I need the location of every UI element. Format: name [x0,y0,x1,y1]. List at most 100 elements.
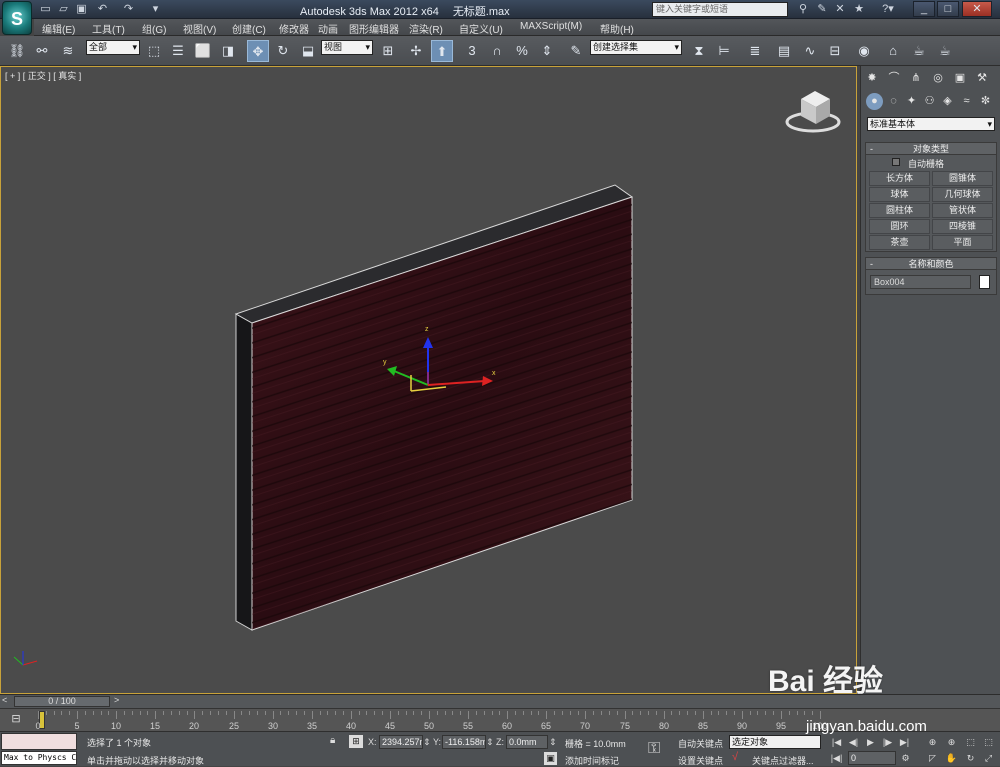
communication-center-icon[interactable]: ✕ [832,2,848,17]
box-button[interactable]: 长方体 [869,171,930,186]
z-spinner-icon[interactable]: ⇕ [549,737,557,748]
perspective-viewport[interactable]: [ + ] [ 正交 ] [ 真实 ] x y z [0,66,857,694]
auto-grid-checkbox[interactable]: 自动栅格 [866,155,996,169]
help-search-input[interactable]: 键入关键字或短语 [652,2,788,17]
teapot-button[interactable]: 茶壶 [869,235,930,250]
subscription-icon[interactable]: ✎ [814,2,830,17]
key-mode-dropdown[interactable]: 选定对象 [729,735,821,749]
pyramid-button[interactable]: 四棱锥 [932,219,993,234]
unlink-icon[interactable]: ⚯ [31,40,53,62]
motion-tab-icon[interactable]: ◎ [929,69,947,87]
go-to-end-icon[interactable]: ▶| [897,735,912,749]
track-ruler[interactable]: 0 5 10 15 20 25 30 35 40 45 50 55 60 65 70 75 80 85 90 95 10… [35,711,828,731]
percent-snap-icon[interactable]: % [511,40,533,62]
menu-rendering[interactable]: 渲染(R) [409,21,443,36]
utilities-tab-icon[interactable]: ⚒ [973,69,991,87]
schematic-view-icon[interactable]: ⊟ [824,40,846,62]
menu-help[interactable]: 帮助(H) [600,21,634,36]
menu-customize[interactable]: 自定义(U) [459,21,503,36]
close-button[interactable]: ✕ [962,1,992,17]
modify-tab-icon[interactable]: ⌒ [885,69,903,87]
name-and-color-header[interactable]: - 名称和颜色 [866,258,996,270]
geosphere-button[interactable]: 几何球体 [932,187,993,202]
set-key-button[interactable]: 设置关键点 [678,754,723,767]
time-slider[interactable]: 0 / 100 [14,696,110,707]
helpers-icon[interactable]: ◈ [939,93,956,110]
select-and-scale-icon[interactable]: ⬓ [297,40,319,62]
plane-button[interactable]: 平面 [932,235,993,250]
sphere-button[interactable]: 球体 [869,187,930,202]
key-mode-toggle-icon[interactable]: |◀| [829,751,844,765]
mini-curve-editor-icon[interactable]: ⊟ [6,712,26,728]
select-and-rotate-icon[interactable]: ↻ [272,40,294,62]
render-setup-icon[interactable]: ⌂ [882,40,904,62]
maximize-viewport-icon[interactable]: ⤢ [981,751,996,765]
pivot-center-icon[interactable]: ⊞ [377,40,399,62]
select-and-link-icon[interactable]: ⛓ [6,40,28,62]
maxscript-listener-input[interactable]: Max to Physcs C [1,751,77,765]
favorites-icon[interactable]: ★ [851,2,867,17]
align-icon[interactable]: ⊨ [713,40,735,62]
menu-create[interactable]: 创建(C) [232,21,266,36]
cameras-icon[interactable]: ⚇ [921,93,938,110]
select-and-move-icon[interactable]: ✥ [247,40,269,62]
named-selection-dropdown[interactable]: 创建选择集 [590,40,682,55]
auto-key-button[interactable]: 自动关键点 [678,737,723,750]
object-category-dropdown[interactable]: 标准基本体 [867,117,995,131]
undo-icon[interactable]: ↶ [95,2,110,16]
select-manipulate-icon[interactable]: ✢ [405,40,427,62]
set-key-icon[interactable]: ⚿ [648,740,660,758]
shapes-icon[interactable]: ◌ [885,93,902,110]
x-spinner-icon[interactable]: ⇕ [423,737,431,748]
menu-group[interactable]: 组(G) [142,21,166,36]
x-coordinate-field[interactable]: 2394.257m [379,735,423,749]
add-time-tag-icon[interactable]: ▣ [544,752,557,765]
display-tab-icon[interactable]: ▣ [951,69,969,87]
spinner-snap-icon[interactable]: ⇕ [536,40,558,62]
select-object-icon[interactable]: ⬚ [143,40,165,62]
lights-icon[interactable]: ✦ [903,93,920,110]
maxscript-listener-pink[interactable] [1,733,77,750]
edit-named-selection-icon[interactable]: ✎ [565,40,587,62]
menu-graph-editors[interactable]: 图形编辑器 [349,21,399,36]
graphite-ribbon-icon[interactable]: ▤ [773,40,795,62]
material-editor-icon[interactable]: ◉ [853,40,875,62]
snaps-toggle-icon[interactable]: 3 [461,40,483,62]
rectangular-selection-icon[interactable]: ⬜ [192,40,214,62]
window-crossing-icon[interactable]: ◨ [217,40,239,62]
zoom-extents-icon[interactable]: ⬚ [963,735,978,749]
rendered-frame-icon[interactable]: ☕ [908,40,930,62]
systems-icon[interactable]: ✼ [977,93,994,110]
next-frame-icon[interactable]: |▶ [880,735,895,749]
y-coordinate-field[interactable]: -116.158m [442,735,486,749]
minimize-button[interactable]: _ [913,1,935,17]
y-spinner-icon[interactable]: ⇕ [486,737,494,748]
create-tab-icon[interactable]: ✸ [863,69,881,87]
current-frame-field[interactable]: 0 [848,751,896,765]
geometry-icon[interactable]: ● [866,93,883,110]
binoculars-icon[interactable]: ⚲ [795,2,811,17]
zoom-extents-all-icon[interactable]: ⬚ [981,735,996,749]
z-coordinate-field[interactable]: 0.0mm [506,735,548,749]
orbit-icon[interactable]: ↻ [963,751,978,765]
save-icon[interactable]: ▣ [74,2,89,16]
tube-button[interactable]: 管状体 [932,203,993,218]
menu-edit[interactable]: 编辑(E) [42,21,75,36]
cylinder-button[interactable]: 圆柱体 [869,203,930,218]
quick-access-dropdown-icon[interactable]: ▾ [148,2,163,16]
keyboard-shortcut-toggle-icon[interactable]: ⬆ [431,40,453,62]
reference-coordinate-dropdown[interactable]: 视图 [321,40,373,55]
render-production-icon[interactable]: ☕ [934,40,956,62]
time-config-icon[interactable]: ⚙ [898,751,913,765]
torus-button[interactable]: 圆环 [869,219,930,234]
maximize-button[interactable]: □ [937,1,959,17]
object-color-swatch[interactable] [979,275,990,289]
go-to-start-icon[interactable]: |◀ [829,735,844,749]
hierarchy-tab-icon[interactable]: ⋔ [907,69,925,87]
add-time-tag[interactable]: 添加时间标记 [565,754,619,767]
mirror-icon[interactable]: ⧗ [688,40,710,62]
time-slider-prev-icon[interactable]: < [2,695,7,705]
selection-filter-dropdown[interactable]: 全部 [86,40,140,55]
curve-editor-icon[interactable]: ∿ [799,40,821,62]
select-by-name-icon[interactable]: ☰ [167,40,189,62]
